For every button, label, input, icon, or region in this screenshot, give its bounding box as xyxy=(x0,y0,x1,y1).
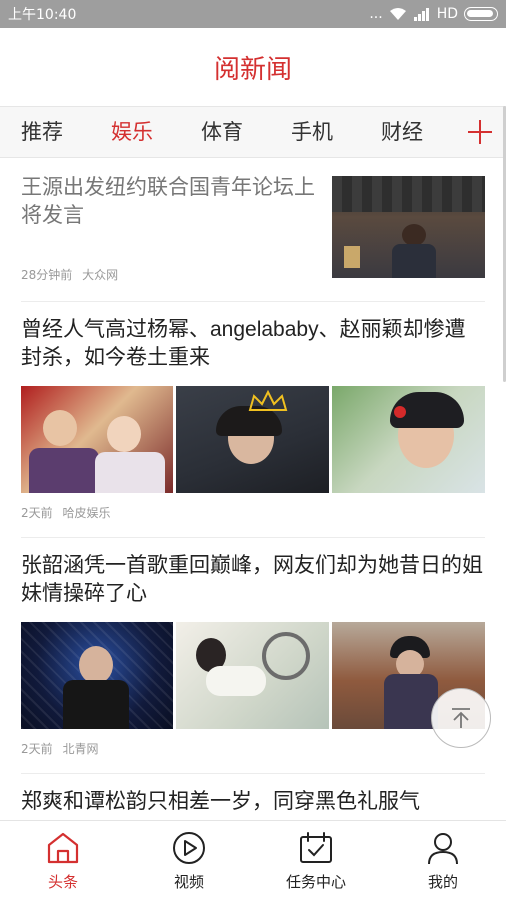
news-item[interactable]: 王源出发纽约联合国青年论坛上将发言 28分钟前 大众网 xyxy=(21,158,485,302)
app-title: 阅新闻 xyxy=(213,54,292,85)
tab-phones[interactable]: 手机 xyxy=(291,107,333,157)
plus-icon xyxy=(468,120,492,144)
news-time: 28分钟前 xyxy=(21,268,73,282)
tab-entertainment[interactable]: 娱乐 xyxy=(111,107,153,157)
news-image-1 xyxy=(21,622,173,729)
wifi-icon xyxy=(389,8,406,20)
bottom-navigation: 头条 视频 任务中心 我的 xyxy=(0,820,506,900)
tab-recommend[interactable]: 推荐 xyxy=(21,107,63,157)
nav-profile[interactable]: 我的 xyxy=(380,821,506,900)
battery-icon xyxy=(464,7,498,21)
nav-label: 我的 xyxy=(427,873,458,891)
app-header: 阅新闻 xyxy=(0,28,506,106)
news-source: 哈皮娱乐 xyxy=(62,506,111,520)
signal-icon xyxy=(413,8,429,21)
add-channel-button[interactable] xyxy=(454,107,506,157)
arrow-up-icon xyxy=(452,708,470,728)
nav-label: 任务中心 xyxy=(285,873,346,891)
news-feed: 王源出发纽约联合国青年论坛上将发言 28分钟前 大众网 曾经人气高过杨幂、ang… xyxy=(0,158,506,820)
news-item[interactable]: 张韶涵凭一首歌重回巅峰，网友们却为她昔日的姐妹情操碎了心 2天前 北青网 xyxy=(21,538,485,774)
play-icon xyxy=(173,832,205,864)
news-headline: 王源出发纽约联合国青年论坛上将发言 xyxy=(21,176,315,227)
news-item[interactable]: 郑爽和谭松韵只相差一岁，同穿黑色礼服气 xyxy=(21,774,485,820)
calendar-check-icon xyxy=(300,832,332,863)
news-image-2 xyxy=(176,386,329,493)
status-time: 上午10:40 xyxy=(8,7,77,23)
nav-video[interactable]: 视频 xyxy=(126,821,252,900)
news-time: 2天前 xyxy=(21,742,53,756)
news-image-3 xyxy=(332,386,485,493)
tab-sports[interactable]: 体育 xyxy=(201,107,243,157)
news-item[interactable]: 曾经人气高过杨幂、angelababy、赵丽颖却惨遭封杀，如今卷土重来 2天前 … xyxy=(21,302,485,538)
tab-finance[interactable]: 财经 xyxy=(381,107,423,157)
crown-icon xyxy=(248,390,288,411)
news-headline: 张韶涵凭一首歌重回巅峰，网友们却为她昔日的姐妹情操碎了心 xyxy=(21,554,483,605)
news-image-2 xyxy=(176,622,329,729)
back-to-top-button[interactable] xyxy=(431,688,491,748)
nav-task-center[interactable]: 任务中心 xyxy=(253,821,379,900)
user-icon xyxy=(428,833,458,865)
nav-headlines[interactable]: 头条 xyxy=(0,821,126,900)
more-dots-icon: ... xyxy=(369,6,383,22)
nav-label: 视频 xyxy=(173,873,204,891)
category-tabs: 推荐 娱乐 体育 手机 财经 xyxy=(0,106,506,158)
network-type: HD xyxy=(436,6,458,22)
nav-label: 头条 xyxy=(47,873,78,891)
news-source: 北青网 xyxy=(62,742,99,756)
status-bar: 上午10:40 ... HD xyxy=(0,0,506,28)
news-thumbnail xyxy=(332,176,485,278)
news-image-1 xyxy=(21,386,173,493)
news-headline: 郑爽和谭松韵只相差一岁，同穿黑色礼服气 xyxy=(21,790,420,813)
app-screen: 上午10:40 ... HD 阅新闻 推荐 娱乐 体育 手机 财经 王源出发纽约… xyxy=(0,0,506,900)
home-icon xyxy=(47,832,79,864)
news-headline: 曾经人气高过杨幂、angelababy、赵丽颖却惨遭封杀，如今卷土重来 xyxy=(21,318,466,369)
news-time: 2天前 xyxy=(21,506,53,520)
news-source: 大众网 xyxy=(82,268,119,282)
